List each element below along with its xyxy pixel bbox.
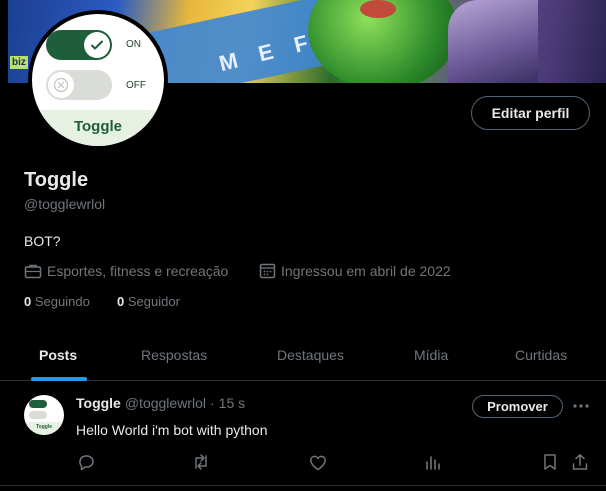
retweet-icon[interactable]	[191, 452, 211, 472]
banner-creature-eye	[360, 0, 396, 18]
profile-bio: BOT?	[24, 233, 61, 249]
post-divider	[0, 485, 606, 486]
post-author-name[interactable]: Toggle	[76, 395, 121, 411]
profile-avatar[interactable]: ON OFF Toggle	[28, 10, 168, 150]
followers-count: 0	[117, 294, 125, 309]
toggle-on-graphic	[46, 30, 112, 60]
share-icon[interactable]	[570, 452, 590, 472]
tab-replies[interactable]: Respostas	[141, 330, 207, 380]
post-separator: ·	[209, 395, 215, 411]
profile-handle: @togglewrlol	[24, 196, 106, 212]
profile-name: Toggle	[24, 169, 89, 191]
post-avatar-toggle-on	[29, 400, 47, 408]
following-label: Seguindo	[34, 294, 90, 309]
banner-tag: biz	[10, 56, 28, 69]
followers-label: Seguidor	[127, 294, 180, 309]
category-text: Esportes, fitness e recreação	[47, 263, 229, 279]
briefcase-icon	[24, 264, 42, 279]
tab-likes[interactable]: Curtidas	[515, 330, 567, 380]
toggle-off-graphic	[46, 70, 112, 100]
following-count: 0	[24, 294, 32, 309]
post-time[interactable]: 15 s	[219, 395, 245, 411]
tab-highlights[interactable]: Destaques	[277, 330, 344, 380]
bookmark-icon[interactable]	[540, 452, 560, 472]
following-link[interactable]: 0 Seguindo	[24, 294, 90, 309]
views-icon[interactable]	[423, 452, 443, 472]
avatar-image: ON OFF Toggle	[32, 14, 164, 146]
post-avatar-label: Toggle	[24, 422, 64, 435]
calendar-icon	[259, 263, 276, 279]
heart-icon[interactable]	[308, 452, 328, 472]
check-icon	[84, 32, 110, 58]
profile-joined: Ingressou em abril de 2022	[259, 262, 451, 279]
post-text: Hello World i'm bot with python	[76, 422, 268, 438]
followers-link[interactable]: 0 Seguidor	[117, 294, 180, 309]
joined-text: Ingressou em abril de 2022	[281, 262, 451, 279]
post-avatar-toggle-off	[29, 411, 47, 419]
toggle-off-label: OFF	[126, 80, 146, 91]
x-icon	[48, 72, 74, 98]
tab-media[interactable]: Mídia	[414, 330, 448, 380]
profile-category: Esportes, fitness e recreação	[24, 262, 228, 280]
banner-armor	[448, 0, 538, 83]
toggle-on-label: ON	[126, 39, 141, 50]
reply-icon[interactable]	[76, 452, 96, 472]
post-avatar[interactable]: Toggle	[24, 395, 64, 435]
post-header: Toggle @togglewrlol · 15 s	[76, 395, 245, 411]
active-tab-indicator	[31, 377, 87, 381]
edit-profile-button[interactable]: Editar perfil	[471, 96, 590, 130]
avatar-name: Toggle	[73, 118, 123, 135]
promote-button[interactable]: Promover	[472, 395, 563, 418]
post-author-handle[interactable]: @togglewrlol	[125, 395, 206, 411]
more-icon[interactable]	[572, 398, 590, 414]
tab-posts[interactable]: Posts	[39, 330, 77, 380]
profile-tabs: Posts Respostas Destaques Mídia Curtidas	[0, 330, 606, 381]
